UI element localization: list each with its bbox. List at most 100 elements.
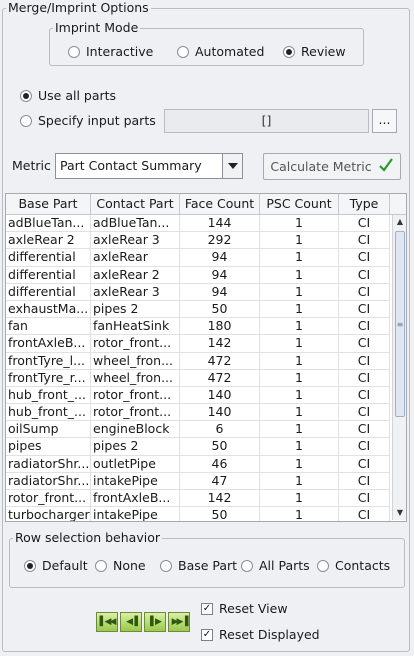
face-count-cell: 50	[180, 507, 260, 521]
type-cell: CI	[339, 266, 390, 283]
contact-part-cell: pipes 2	[91, 300, 180, 318]
reset-view-check-icon[interactable]: ✓	[201, 602, 213, 615]
contact-part-cell: pipes 2	[91, 438, 180, 455]
base-part-cell: oilSump	[6, 421, 91, 438]
metric-select[interactable]: Part Contact Summary	[55, 153, 243, 179]
table-row[interactable]: turbocharger intakePipe 50 1 CI	[6, 507, 390, 521]
psc-count-cell: 1	[260, 386, 339, 404]
type-cell: CI	[339, 472, 390, 489]
radio-default[interactable]: Default	[24, 558, 88, 574]
radio-use-all-parts-dot[interactable]	[20, 90, 32, 102]
face-count-cell: 94	[180, 266, 260, 283]
table-row[interactable]: hub_front_... rotor_front... 140 1 CI	[6, 404, 390, 422]
base-part-cell: differential	[6, 283, 91, 300]
table-row[interactable]: axleRear 2 axleRear 3 292 1 CI	[6, 232, 390, 250]
contact-part-cell: frontAxleB...	[91, 490, 180, 507]
radio-specify-input-parts[interactable]: Specify input parts	[20, 113, 156, 129]
table-row[interactable]: pipes pipes 2 50 1 CI	[6, 438, 390, 456]
column-header-base-part[interactable]: Base Part	[6, 194, 91, 214]
table-row[interactable]: fan fanHeatSink 180 1 CI	[6, 318, 390, 336]
column-header-contact-part[interactable]: Contact Part	[91, 194, 180, 214]
psc-count-cell: 1	[260, 369, 339, 386]
radio-review-dot[interactable]	[283, 46, 295, 58]
reset-displayed-check-icon[interactable]: ✓	[201, 628, 213, 641]
column-header-psc-count[interactable]: PSC Count	[260, 194, 339, 214]
last-row-button[interactable]: ▶▶▐	[168, 612, 190, 632]
radio-none-label: None	[113, 558, 146, 573]
radio-specify-input-parts-dot[interactable]	[20, 115, 32, 127]
table-row[interactable]: differential axleRear 94 1 CI	[6, 249, 390, 267]
radio-review[interactable]: Review	[283, 44, 346, 60]
panel-title: Merge/Imprint Options	[6, 0, 151, 15]
table-row[interactable]: differential axleRear 2 94 1 CI	[6, 266, 390, 284]
type-cell: CI	[339, 232, 390, 249]
radio-default-dot[interactable]	[24, 560, 36, 572]
radio-base-part-dot[interactable]	[160, 560, 172, 572]
radio-automated-dot[interactable]	[177, 46, 189, 58]
type-cell: CI	[339, 507, 390, 521]
specify-input-parts-label: Specify input parts	[38, 113, 156, 128]
radio-contacts-dot[interactable]	[317, 560, 329, 572]
face-count-cell: 142	[180, 335, 260, 352]
calculate-metric-button[interactable]: Calculate Metric	[263, 153, 401, 180]
table-row[interactable]: frontTyre_r... wheel_fron... 472 1 CI	[6, 369, 390, 387]
contact-part-cell: axleRear 2	[91, 266, 180, 283]
table-row[interactable]: adBlueTan... adBlueTan... 144 1 CI	[6, 215, 390, 233]
table-row[interactable]: differential axleRear 3 94 1 CI	[6, 283, 390, 301]
base-part-cell: fan	[6, 318, 91, 335]
radio-base-part[interactable]: Base Part	[160, 558, 237, 574]
previous-row-button[interactable]: ◀▐	[120, 612, 142, 632]
radio-interactive[interactable]: Interactive	[68, 44, 153, 60]
table-row[interactable]: frontAxleB... rotor_front... 142 1 CI	[6, 335, 390, 353]
table-row[interactable]: radiatorShr... intakePipe 47 1 CI	[6, 472, 390, 490]
psc-count-cell: 1	[260, 215, 339, 232]
radio-contacts-label: Contacts	[335, 558, 391, 573]
contact-part-cell: engineBlock	[91, 421, 180, 438]
contacts-table[interactable]: Base Part Contact Part Face Count PSC Co…	[5, 193, 407, 522]
radio-interactive-dot[interactable]	[68, 46, 80, 58]
scroll-thumb[interactable]: ≡	[395, 231, 405, 417]
column-header-face-count[interactable]: Face Count	[180, 194, 260, 214]
psc-count-cell: 1	[260, 421, 339, 438]
input-parts-field[interactable]: []	[164, 109, 369, 133]
base-part-cell: hub_front_...	[6, 404, 91, 421]
psc-count-cell: 1	[260, 472, 339, 489]
radio-all-parts[interactable]: All Parts	[241, 558, 310, 574]
radio-contacts[interactable]: Contacts	[317, 558, 390, 574]
first-icon: ▌◀◀	[99, 617, 117, 627]
radio-all-parts-dot[interactable]	[241, 560, 253, 572]
table-row[interactable]: frontTyre_l... wheel_fron... 472 1 CI	[6, 352, 390, 370]
radio-automated[interactable]: Automated	[177, 44, 264, 60]
radio-automated-label: Automated	[195, 44, 265, 59]
column-header-type[interactable]: Type	[339, 194, 390, 214]
next-row-button[interactable]: ▌▶	[144, 612, 166, 632]
dropdown-arrow-icon[interactable]	[222, 154, 242, 178]
imprint-mode-label: Imprint Mode	[53, 20, 141, 35]
table-scrollbar[interactable]: ▲ ≡ ▼	[392, 215, 406, 520]
radio-use-all-parts[interactable]: Use all parts	[20, 88, 116, 104]
base-part-cell: rotor_front...	[6, 490, 91, 507]
browse-parts-button[interactable]: ...	[372, 109, 397, 133]
base-part-cell: exhaustMa...	[6, 300, 91, 318]
psc-count-cell: 1	[260, 266, 339, 283]
type-cell: CI	[339, 352, 390, 369]
calculate-metric-label: Calculate Metric	[270, 159, 372, 174]
reset-view-label: Reset View	[219, 601, 288, 616]
first-row-button[interactable]: ▌◀◀	[96, 612, 118, 632]
reset-view-checkbox[interactable]: ✓ Reset View	[201, 601, 288, 616]
table-header: Base Part Contact Part Face Count PSC Co…	[6, 194, 406, 215]
contact-part-cell: intakePipe	[91, 507, 180, 521]
table-row[interactable]: exhaustMa... pipes 2 50 1 CI	[6, 300, 390, 319]
radio-none-dot[interactable]	[95, 560, 107, 572]
base-part-cell: hub_front_...	[6, 386, 91, 404]
table-row[interactable]: oilSump engineBlock 6 1 CI	[6, 421, 390, 439]
table-row[interactable]: rotor_front... frontAxleB... 142 1 CI	[6, 490, 390, 508]
scroll-down-icon[interactable]: ▼	[393, 506, 406, 520]
table-row[interactable]: hub_front_... rotor_front... 140 1 CI	[6, 386, 390, 405]
radio-none[interactable]: None	[95, 558, 146, 574]
table-row[interactable]: radiatorShr... outletPipe 46 1 CI	[6, 455, 390, 473]
metric-select-value: Part Contact Summary	[60, 158, 202, 173]
reset-displayed-checkbox[interactable]: ✓ Reset Displayed	[201, 627, 320, 642]
scroll-up-icon[interactable]: ▲	[393, 215, 406, 229]
base-part-cell: radiatorShr...	[8, 455, 91, 472]
